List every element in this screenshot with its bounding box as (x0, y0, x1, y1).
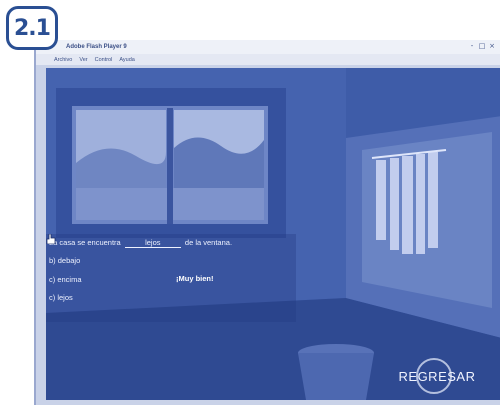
window-title: Adobe Flash Player 9 (66, 44, 127, 50)
title-bar: Adobe Flash Player 9 - □ × (36, 40, 500, 54)
menu-bar: Archivo Ver Control Ayuda (36, 54, 500, 65)
menu-ayuda[interactable]: Ayuda (119, 57, 135, 63)
option-debajo[interactable]: b) debajo (49, 256, 80, 265)
sentence-start: La casa se encuentra (49, 238, 121, 247)
close-button[interactable]: × (488, 42, 496, 50)
window-controls: - □ × (468, 42, 496, 50)
sentence-end: de la ventana. (184, 238, 233, 247)
section-badge: 2.1 (6, 6, 58, 50)
question-sentence: La casa se encuentra lejos de la ventana… (49, 238, 232, 248)
option-encima[interactable]: c) encima (49, 275, 82, 284)
menu-ver[interactable]: Ver (79, 57, 87, 63)
maximize-button[interactable]: □ (478, 42, 486, 50)
back-button-label: REGRESAR (398, 368, 476, 384)
menu-control[interactable]: Control (95, 57, 113, 63)
menu-archivo[interactable]: Archivo (54, 57, 72, 63)
feedback-message: ¡Muy bien! (176, 274, 214, 283)
section-number: 2.1 (14, 15, 51, 41)
exercise-panel: La casa se encuentra lejos de la ventana… (46, 234, 296, 322)
minimize-button[interactable]: - (468, 42, 476, 50)
answer-blank: lejos (124, 238, 181, 248)
room-scene: La casa se encuentra lejos de la ventana… (46, 68, 500, 400)
back-button[interactable]: REGRESAR (394, 358, 480, 394)
option-lejos[interactable]: c) lejos (49, 293, 73, 302)
flash-player-window: Adobe Flash Player 9 - □ × Archivo Ver C… (34, 40, 500, 405)
hand-cursor-icon (46, 234, 56, 244)
